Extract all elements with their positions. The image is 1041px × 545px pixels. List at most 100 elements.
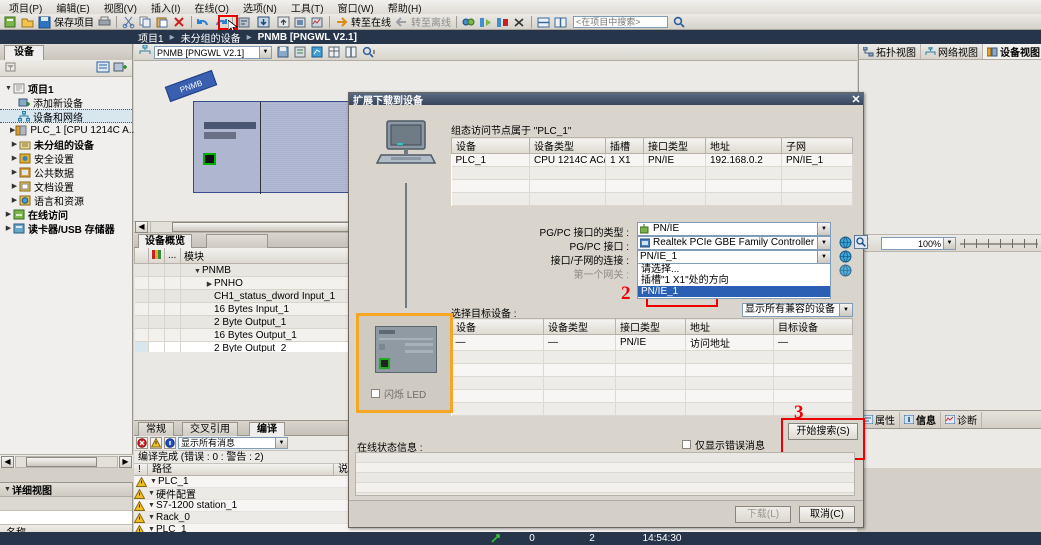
tab-topology-view[interactable]: 拓扑视图 [859,44,921,59]
hardware-catalog-icon[interactable] [293,45,308,59]
chevron-down-icon[interactable]: ▼ [259,46,271,58]
tab-devices[interactable]: 设备 [4,45,44,60]
chevron-down-icon[interactable]: ▼ [817,223,830,235]
tree-item-project[interactable]: ▼ 项目1 [0,81,132,96]
expander-icon[interactable]: ▶ [205,280,214,288]
table-row[interactable] [451,192,853,206]
goto-online-label[interactable]: 转至在线 [351,14,391,29]
tree-item-security-settings[interactable]: ▶ 安全设置 [0,151,132,166]
scroll-right-button[interactable]: ▶ [119,455,132,468]
tree-item-plc-1[interactable]: ▶ PLC_1 [CPU 1214C A... [0,123,137,137]
message-filter-selector[interactable]: 显示所有消息 ▼ [178,437,288,449]
menu-item-project[interactable]: 项目(P) [2,0,49,15]
chevron-down-icon[interactable]: ▼ [839,304,852,316]
zoom-level-selector[interactable]: 100% ▼ [881,236,956,250]
table-row[interactable]: PLC_1 CPU 1214C AC/D... 1 X1 PN/IE 192.1… [451,153,853,167]
start-simulation-icon[interactable] [293,15,308,29]
expander-icon[interactable]: ▶ [10,196,19,204]
grid-view-icon[interactable] [327,45,342,59]
globe-icon[interactable] [839,236,852,249]
stop-program-icon[interactable] [495,15,510,29]
compile-icon[interactable] [237,15,252,29]
expander-icon[interactable]: ▶ [4,224,13,232]
scroll-thumb[interactable] [26,456,97,467]
only-errors-row[interactable]: 仅显示错误消息 [682,437,765,452]
expander-icon[interactable]: ▼ [147,514,156,521]
rack-ethernet-port[interactable] [203,153,216,165]
menu-item-view[interactable]: 视图(V) [97,0,144,15]
expander-icon[interactable]: ▼ [147,490,156,497]
tab-cross-reference[interactable]: 交叉引用 [182,422,238,436]
diagnostics-toolbar-icon[interactable] [461,15,476,29]
expander-icon[interactable]: ▶ [4,210,13,218]
project-tree-hscrollbar[interactable]: ◀ ▶ [0,454,133,468]
tab-compile[interactable]: 编译 [249,422,285,436]
cut-icon[interactable] [121,15,136,29]
flash-led-checkbox[interactable] [371,389,380,398]
dropdown-item-slot-direction[interactable]: 插槽"1 X1"处的方向 [638,275,830,286]
undo-icon[interactable] [196,15,211,29]
save-project-icon[interactable] [37,15,52,29]
tree-item-online-access[interactable]: ▶ 在线访问 [0,207,132,222]
close-view-icon[interactable] [512,15,527,29]
device-selector[interactable]: PNMB [PNGWL V2.1] ▼ [154,45,272,59]
pgpc-interface-type-select[interactable]: PN/IE ▼ [637,222,831,236]
paste-icon[interactable] [155,15,170,29]
subnet-dropdown-list[interactable]: 请选择... 插槽"1 X1"处的方向 PN/IE_1 [637,263,831,299]
tab-info[interactable]: 信息 [900,411,941,428]
tab-general[interactable]: 常规 [138,422,174,436]
flash-led-row[interactable]: 闪烁 LED [371,386,426,401]
menu-item-insert[interactable]: 插入(I) [144,0,187,15]
breadcrumb-project[interactable]: 项目1 [133,30,169,45]
expander-icon[interactable]: ▼ [4,85,13,92]
device-network-icon[interactable] [138,45,153,59]
upload-from-device-icon[interactable] [276,15,291,29]
search-nic-icon[interactable] [854,235,868,249]
tab-diagnostics[interactable]: 诊断 [941,411,982,428]
tree-item-card-reader[interactable]: ▶ 读卡器/USB 存储器 [0,221,132,236]
copy-icon[interactable] [138,15,153,29]
detail-view-expander-icon[interactable]: ▼ [3,486,12,493]
tab-network-view[interactable]: 网络视图 [921,44,983,59]
tab-device-view[interactable]: 设备视图 [983,44,1041,59]
table-row[interactable] [451,402,853,416]
subnet-connection-select[interactable]: PN/IE_1 ▼ [637,250,831,264]
module-info-icon[interactable] [310,45,325,59]
expander-icon[interactable]: ▶ [10,182,19,190]
filter-errors-button[interactable] [136,437,148,449]
tree-add-device-icon[interactable] [113,61,128,75]
save-project-label[interactable]: 保存项目 [54,14,94,29]
close-icon[interactable]: ✕ [849,93,863,106]
open-project-icon[interactable] [20,15,35,29]
cancel-button[interactable]: 取消(C) [799,505,855,523]
search-input[interactable]: <在项目中搜索> [573,15,668,28]
chevron-down-icon[interactable]: ▼ [943,237,955,249]
tree-item-doc-settings[interactable]: ▶ 文档设置 [0,179,132,194]
table-row[interactable]: — — PN/IE 访问地址 — [451,334,853,351]
zoom-icon[interactable] [361,45,376,59]
filter-info-button[interactable] [164,437,176,449]
expander-icon[interactable]: ▶ [10,140,19,148]
chevron-down-icon[interactable]: ▼ [817,237,830,249]
chevron-down-icon[interactable]: ▼ [817,251,830,263]
only-errors-checkbox[interactable] [682,440,691,449]
save-view-icon[interactable] [276,45,291,59]
menu-item-options[interactable]: 选项(N) [236,0,284,15]
detail-view-header[interactable]: ▼ 详细视图 [0,483,132,497]
expander-icon[interactable]: ▼ [149,478,158,485]
delete-icon[interactable] [172,15,187,29]
menu-item-online[interactable]: 在线(O) [187,0,235,15]
download-button[interactable]: 下载(L) [735,505,791,523]
scroll-left-button[interactable]: ◀ [1,455,14,468]
download-to-device-icon[interactable] [256,15,271,29]
tree-item-ungrouped-devices[interactable]: ▶ 未分组的设备 [0,137,132,152]
tab-device-overview-secondary[interactable] [206,234,268,248]
table-row[interactable] [451,376,853,390]
table-row[interactable] [451,363,853,377]
search-go-icon[interactable] [672,15,687,29]
tree-overview-icon[interactable] [96,61,111,75]
canvas-scroll-left-button[interactable]: ◀ [135,221,148,233]
expander-icon[interactable]: ▼ [193,268,202,275]
breadcrumb-group[interactable]: 未分组的设备 [176,30,246,45]
print-icon[interactable] [97,15,112,29]
